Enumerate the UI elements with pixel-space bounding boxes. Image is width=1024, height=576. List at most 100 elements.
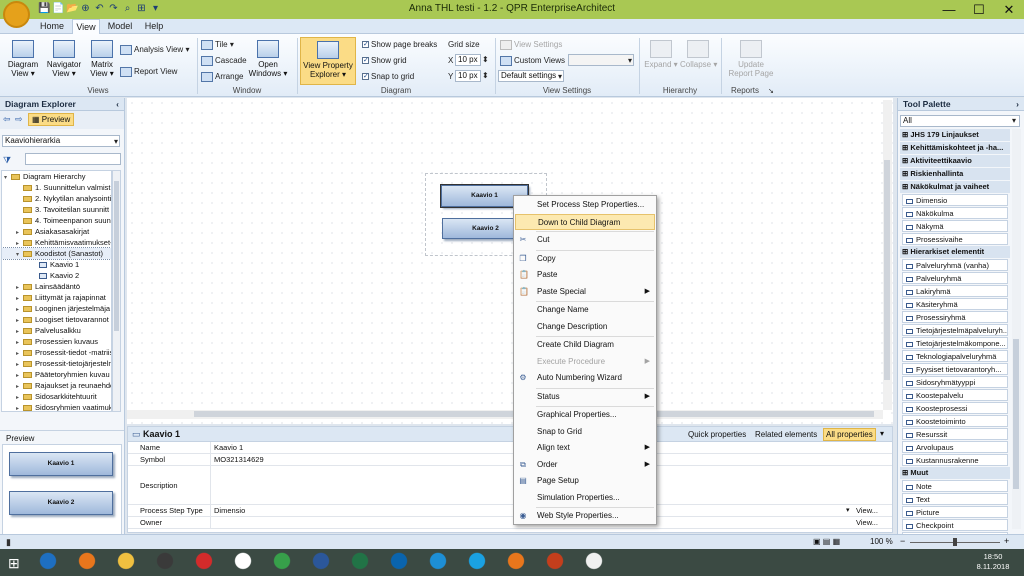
view-property-explorer-button[interactable]: View Property Explorer ▾ <box>300 37 356 85</box>
tree-item[interactable]: 3. Tavoitetilan suunnitt <box>2 204 111 215</box>
palette-group-header[interactable]: ⊞ Hierarkiset elementit <box>900 246 1010 258</box>
taskbar-app-icon[interactable] <box>75 551 99 573</box>
tree-item[interactable]: ▾ Koodistot (Sanastot) <box>2 247 111 260</box>
menu-item[interactable]: Snap to Grid <box>515 424 655 440</box>
palette-item[interactable]: Palveluryhmä <box>902 272 1008 284</box>
minimize-button[interactable]: — <box>934 0 964 19</box>
tree-expander-icon[interactable]: ▸ <box>16 305 23 314</box>
back-arrow-icon[interactable]: ⇦ <box>3 114 11 125</box>
tree-expander-icon[interactable]: ▸ <box>16 404 23 411</box>
taskbar-app-icon[interactable] <box>465 551 489 573</box>
property-row[interactable]: Symbol MO321314629 <box>128 454 892 466</box>
taskbar-app-icon[interactable] <box>387 551 411 573</box>
menu-item[interactable]: Align text ▶ <box>515 440 655 456</box>
palette-group-header[interactable]: ⊞ Riskienhallinta <box>900 168 1010 180</box>
grid-y-spinner-icon[interactable]: ⬍ <box>482 71 489 80</box>
tab-all-properties[interactable]: All properties <box>823 428 876 441</box>
expand-icon[interactable]: ⊞ <box>902 156 910 165</box>
palette-item[interactable]: Text <box>902 493 1008 505</box>
default-settings-select[interactable]: Default settings <box>498 70 564 82</box>
tab-view[interactable]: View <box>72 19 100 34</box>
tree-item[interactable]: Kaavio 1 <box>2 259 111 270</box>
grid-x-spinner-icon[interactable]: ⬍ <box>482 55 489 64</box>
expand-button[interactable]: Expand ▾ <box>644 40 678 69</box>
chevron-down-icon[interactable]: ▾ <box>1012 116 1016 125</box>
palette-group-header[interactable]: ⊞ JHS 179 Linjaukset <box>900 129 1010 141</box>
palette-group-header[interactable]: ⊞ Aktiviteettikaavio <box>900 155 1010 167</box>
view-settings-button[interactable]: View Settings <box>500 40 562 50</box>
taskbar-clock[interactable]: 18:50 8.11.2018 <box>968 552 1018 572</box>
palette-item[interactable]: Resurssit <box>902 428 1008 440</box>
chevron-down-icon[interactable]: ▾ <box>558 72 562 81</box>
palette-item[interactable]: Prosessivaihe <box>902 233 1008 245</box>
taskbar-app-icon[interactable] <box>270 551 294 573</box>
property-value[interactable]: Dimensio <box>214 505 245 517</box>
taskbar-app-icon[interactable] <box>36 551 60 573</box>
zoom-slider-handle[interactable] <box>953 538 957 546</box>
menu-item[interactable]: Set Process Step Properties... <box>515 197 655 213</box>
tab-model[interactable]: Model <box>104 19 136 34</box>
palette-item[interactable]: Kustannusrakenne <box>902 454 1008 466</box>
palette-item[interactable]: Fyysiset tietovarantoryh... <box>902 363 1008 375</box>
grid-x-input[interactable]: 10 px <box>455 54 481 66</box>
app-logo-icon[interactable] <box>3 1 30 28</box>
menu-item[interactable]: Paste 📋 <box>515 267 655 283</box>
scrollbar-thumb[interactable] <box>114 181 119 331</box>
palette-item[interactable]: Note <box>902 480 1008 492</box>
tree-item[interactable]: ▸ Palvelusalkku <box>2 325 111 336</box>
menu-item[interactable]: Paste Special 📋 ▶ <box>515 284 655 300</box>
palette-item[interactable]: Näkökulma <box>902 207 1008 219</box>
tree-item[interactable]: 4. Toimeenpanon suun <box>2 215 111 226</box>
taskbar-app-icon[interactable] <box>114 551 138 573</box>
arrange-button[interactable]: Arrange <box>201 72 243 82</box>
diagram-view-button[interactable]: Diagram View ▾ <box>4 40 42 78</box>
tree-expander-icon[interactable]: ▸ <box>16 349 23 358</box>
taskbar-app-icon[interactable] <box>192 551 216 573</box>
tree-item[interactable]: ▸ Lainsäädäntö <box>2 281 111 292</box>
taskbar-app-icon[interactable] <box>231 551 255 573</box>
open-windows-button[interactable]: Open Windows ▾ <box>246 40 290 78</box>
menu-item[interactable]: Copy ❐ <box>515 251 655 267</box>
update-report-page-button[interactable]: Update Report Page <box>726 40 776 78</box>
tab-related-elements[interactable]: Related elements <box>755 430 817 439</box>
tree-expander-icon[interactable]: ▸ <box>16 360 23 369</box>
matrix-view-button[interactable]: Matrix View ▾ <box>86 40 118 78</box>
chevron-down-icon[interactable]: ▾ <box>628 56 632 65</box>
report-view-button[interactable]: Report View <box>120 67 177 77</box>
tree-item[interactable]: ▸ Asiakasasakirjat <box>2 226 111 237</box>
palette-item[interactable]: Näkymä <box>902 220 1008 232</box>
menu-item[interactable]: Page Setup ▤ <box>515 473 655 489</box>
palette-item[interactable]: Picture <box>902 506 1008 518</box>
tab-home[interactable]: Home <box>36 19 68 34</box>
tree-item[interactable]: ▸ Loogiset tietovarannot <box>2 314 111 325</box>
palette-group-header[interactable]: ⊞ Kehittämiskohteet ja -ha... <box>900 142 1010 154</box>
menu-item[interactable]: Auto Numbering Wizard ⚙ <box>515 370 655 386</box>
menu-item[interactable]: Change Name <box>515 302 655 318</box>
tree-expander-icon[interactable]: ▸ <box>16 371 23 380</box>
tree-expander-icon[interactable]: ▸ <box>16 283 23 292</box>
tree-item[interactable]: ▸ Prosessit-tietojärjestelm <box>2 358 111 369</box>
canvas-horizontal-scrollbar[interactable] <box>127 410 883 419</box>
tree-item[interactable]: Kaavio 2 <box>2 270 111 281</box>
chevron-down-icon[interactable]: ▾ <box>846 505 850 517</box>
snap-to-grid-checkbox[interactable]: ✓ Snap to grid <box>362 72 414 81</box>
tree-item[interactable]: 2. Nykytilan analysointi <box>2 193 111 204</box>
tree-scrollbar[interactable] <box>112 170 121 412</box>
palette-item[interactable]: Sidosryhmätyyppi <box>902 376 1008 388</box>
property-value[interactable]: MO321314629 <box>214 454 264 466</box>
palette-item[interactable]: Dimensio <box>902 194 1008 206</box>
show-grid-checkbox[interactable]: ✓ Show grid <box>362 56 407 65</box>
palette-item[interactable]: Arvolupaus <box>902 441 1008 453</box>
palette-item[interactable]: Prosessiryhmä <box>902 311 1008 323</box>
property-row[interactable]: Process Step Type Dimensio ▾ View... <box>128 505 892 517</box>
tree-expander-icon[interactable]: ▸ <box>16 393 23 402</box>
menu-item[interactable]: Simulation Properties... <box>515 490 655 506</box>
tile-button[interactable]: Tile ▾ <box>201 40 234 50</box>
filter-icon[interactable]: ⧩ <box>3 155 11 166</box>
close-button[interactable]: ✕ <box>994 0 1024 19</box>
taskbar-app-icon[interactable] <box>426 551 450 573</box>
preview-toggle-button[interactable]: ▦ Preview <box>28 113 75 126</box>
menu-item[interactable]: Cut ✂ <box>515 232 655 248</box>
custom-views-button[interactable]: Custom Views <box>500 56 565 66</box>
tree-item[interactable]: ▸ Liittymät ja rajapinnat <box>2 292 111 303</box>
